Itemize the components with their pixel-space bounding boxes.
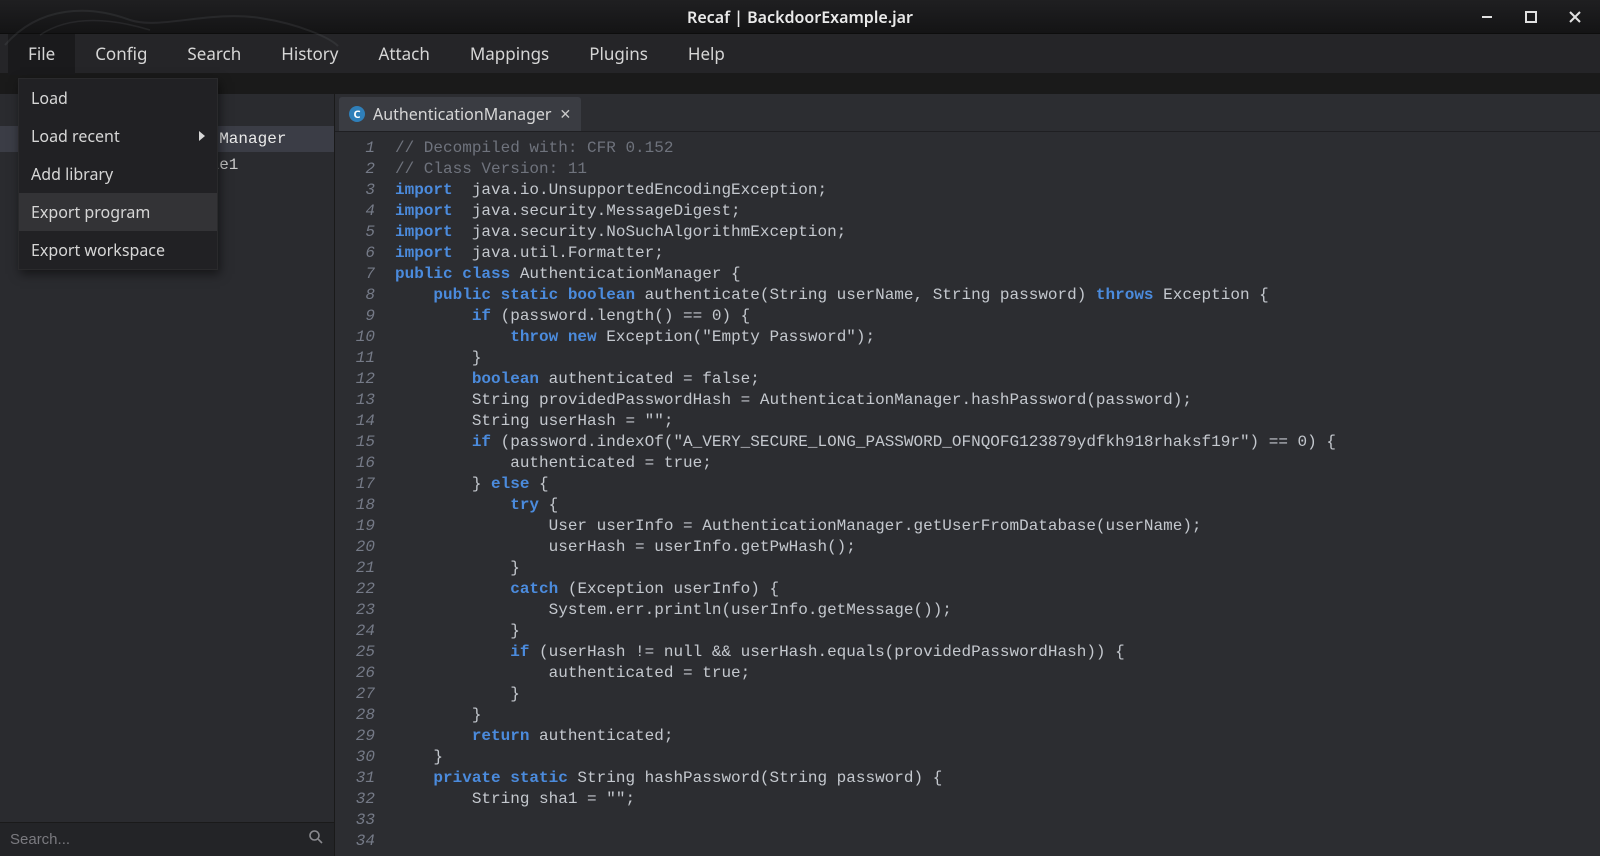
- search-input[interactable]: [10, 831, 300, 848]
- window-minimize-button[interactable]: [1466, 4, 1508, 30]
- editor-area: C AuthenticationManager ✕ 12345678910111…: [335, 94, 1600, 856]
- tabbar: C AuthenticationManager ✕: [335, 94, 1600, 132]
- window-close-button[interactable]: [1554, 4, 1596, 30]
- code-content[interactable]: // Decompiled with: CFR 0.152// Class Ve…: [383, 132, 1600, 856]
- close-icon[interactable]: ✕: [560, 105, 572, 124]
- tab-label: AuthenticationManager: [373, 103, 552, 125]
- window-title: Recaf | BackdoorExample.jar: [687, 6, 913, 28]
- window-logo: [0, 0, 340, 50]
- search-icon[interactable]: [308, 829, 324, 850]
- menu-mappings[interactable]: Mappings: [450, 32, 569, 75]
- class-icon: C: [349, 106, 365, 122]
- window-titlebar: Recaf | BackdoorExample.jar: [0, 0, 1600, 34]
- chevron-right-icon: [199, 131, 205, 141]
- menu-help[interactable]: Help: [668, 32, 745, 75]
- file-menu-load-recent[interactable]: Load recent: [19, 117, 217, 155]
- window-maximize-button[interactable]: [1510, 4, 1552, 30]
- code-editor[interactable]: 1234567891011121314151617181920212223242…: [335, 132, 1600, 856]
- file-menu-dropdown: LoadLoad recentAdd libraryExport program…: [18, 78, 218, 270]
- file-menu-load[interactable]: Load: [19, 79, 217, 117]
- left-accent-stripe: [0, 74, 1600, 94]
- file-menu-export-program[interactable]: Export program: [19, 193, 217, 231]
- file-menu-add-library[interactable]: Add library: [19, 155, 217, 193]
- file-menu-export-workspace[interactable]: Export workspace: [19, 231, 217, 269]
- tab-authentication-manager[interactable]: C AuthenticationManager ✕: [339, 97, 581, 131]
- line-gutter: 1234567891011121314151617181920212223242…: [335, 132, 383, 856]
- menu-plugins[interactable]: Plugins: [569, 32, 668, 75]
- menu-attach[interactable]: Attach: [358, 32, 449, 75]
- sidebar-search: [0, 822, 334, 856]
